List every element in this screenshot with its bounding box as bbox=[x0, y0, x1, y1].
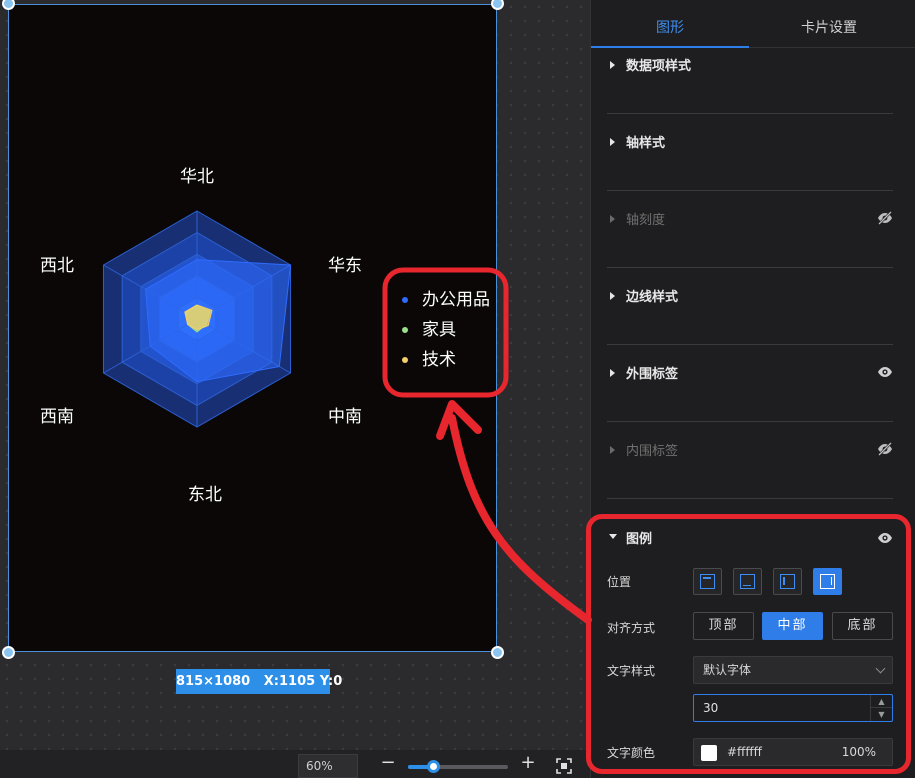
align-top-button[interactable]: 顶部 bbox=[693, 612, 754, 640]
text-style-label: 文字样式 bbox=[607, 664, 656, 678]
legend-item-label[interactable]: 家具 bbox=[422, 320, 456, 340]
section-title: 轴刻度 bbox=[626, 213, 666, 228]
align-middle-button[interactable]: 中部 bbox=[762, 612, 823, 640]
legend-marker[interactable] bbox=[402, 357, 408, 363]
radar-indicator-label: 西南 bbox=[40, 407, 74, 427]
position-bottom-icon bbox=[740, 574, 755, 589]
fit-screen-icon[interactable] bbox=[556, 758, 572, 774]
section-outer-label[interactable]: 外围标签 bbox=[607, 345, 893, 422]
section-axis-ticks[interactable]: 轴刻度 bbox=[607, 191, 893, 268]
position-label: 位置 bbox=[607, 575, 632, 589]
section-inner-label[interactable]: 内围标签 bbox=[607, 422, 893, 499]
chevron-down-icon bbox=[875, 663, 886, 674]
zoom-in-button[interactable]: + bbox=[519, 754, 537, 774]
section-title: 外围标签 bbox=[626, 367, 679, 382]
legend-item-label[interactable]: 技术 bbox=[422, 350, 456, 370]
font-size-input[interactable]: 30 ▲ ▼ bbox=[693, 694, 893, 722]
radar-indicator-label: 东北 bbox=[188, 485, 222, 505]
radar-indicator-label: 西北 bbox=[40, 256, 74, 276]
increment-icon[interactable]: ▲ bbox=[871, 695, 892, 708]
section-axis-style[interactable]: 轴样式 bbox=[607, 114, 893, 191]
section-title[interactable]: 图例 bbox=[626, 528, 652, 547]
radar-indicator-label: 华东 bbox=[328, 256, 362, 276]
radar-chart: 华北华东中南东北 西南 西北办公用品家具技术 bbox=[40, 167, 490, 505]
legend-position-left-button[interactable] bbox=[773, 568, 802, 595]
eye-icon[interactable] bbox=[877, 531, 893, 545]
chart-canvas[interactable]: 华北华东中南东北 西南 西北办公用品家具技术 bbox=[8, 4, 497, 652]
expand-caret-icon bbox=[610, 61, 615, 69]
section-edge-style[interactable]: 边线样式 bbox=[607, 268, 893, 345]
position-right-icon bbox=[820, 574, 835, 589]
collapse-caret-icon[interactable] bbox=[609, 534, 617, 539]
eye-icon[interactable] bbox=[877, 365, 893, 379]
font-family-value: 默认字体 bbox=[703, 663, 752, 677]
resize-handle-bottom-left[interactable] bbox=[2, 646, 15, 659]
color-opacity-value: 100% bbox=[841, 745, 876, 759]
legend-position-top-button[interactable] bbox=[693, 568, 722, 595]
expand-caret-icon bbox=[610, 369, 615, 377]
legend-marker[interactable] bbox=[402, 327, 408, 333]
zoom-out-button[interactable]: − bbox=[379, 754, 397, 774]
expand-caret-icon bbox=[610, 292, 615, 300]
eye-off-icon[interactable] bbox=[877, 442, 893, 456]
position-top-icon bbox=[700, 574, 715, 589]
section-title: 边线样式 bbox=[626, 290, 679, 305]
section-title: 内围标签 bbox=[626, 444, 679, 459]
color-hex-value: #ffffff bbox=[727, 745, 762, 759]
zoom-input[interactable]: 60% bbox=[298, 754, 358, 778]
font-size-stepper[interactable]: ▲ ▼ bbox=[870, 695, 892, 721]
align-bottom-button[interactable]: 底部 bbox=[832, 612, 893, 640]
legend-marker[interactable] bbox=[402, 297, 408, 303]
color-swatch[interactable] bbox=[701, 745, 717, 761]
section-title: 轴样式 bbox=[626, 136, 666, 151]
expand-caret-icon bbox=[610, 138, 615, 146]
legend-position-bottom-button[interactable] bbox=[733, 568, 762, 595]
position-left-icon bbox=[780, 574, 795, 589]
radar-indicator-label: 中南 bbox=[328, 407, 362, 427]
section-title: 数据项样式 bbox=[626, 59, 692, 74]
resize-handle-top-right[interactable] bbox=[491, 0, 504, 10]
zoom-slider[interactable] bbox=[408, 765, 508, 769]
font-size-value: 30 bbox=[703, 701, 719, 715]
radar-indicator-label: 华北 bbox=[180, 167, 214, 187]
align-label: 对齐方式 bbox=[607, 621, 656, 635]
text-color-input[interactable]: #ffffff 100% bbox=[693, 738, 893, 766]
font-family-select[interactable]: 默认字体 bbox=[693, 656, 893, 684]
legend-item-label[interactable]: 办公用品 bbox=[422, 290, 490, 310]
size-position-tag: 815×1080 X:1105 Y:0 bbox=[176, 669, 342, 694]
eye-off-icon[interactable] bbox=[877, 211, 893, 225]
expand-caret-icon bbox=[610, 446, 615, 454]
zoom-slider-thumb[interactable] bbox=[427, 760, 440, 773]
section-data-item-style[interactable]: 数据项样式 bbox=[607, 37, 893, 114]
text-color-label: 文字颜色 bbox=[607, 746, 656, 760]
legend-position-right-button[interactable] bbox=[813, 568, 842, 595]
resize-handle-bottom-right[interactable] bbox=[491, 646, 504, 659]
expand-caret-icon bbox=[610, 215, 615, 223]
bottom-toolbar: 60% − + bbox=[0, 750, 590, 778]
properties-panel: 图形 卡片设置 数据项样式 轴样式 轴刻度 边线样式 外围标签 内围标签 图例 … bbox=[590, 0, 915, 778]
decrement-icon[interactable]: ▼ bbox=[871, 708, 892, 721]
